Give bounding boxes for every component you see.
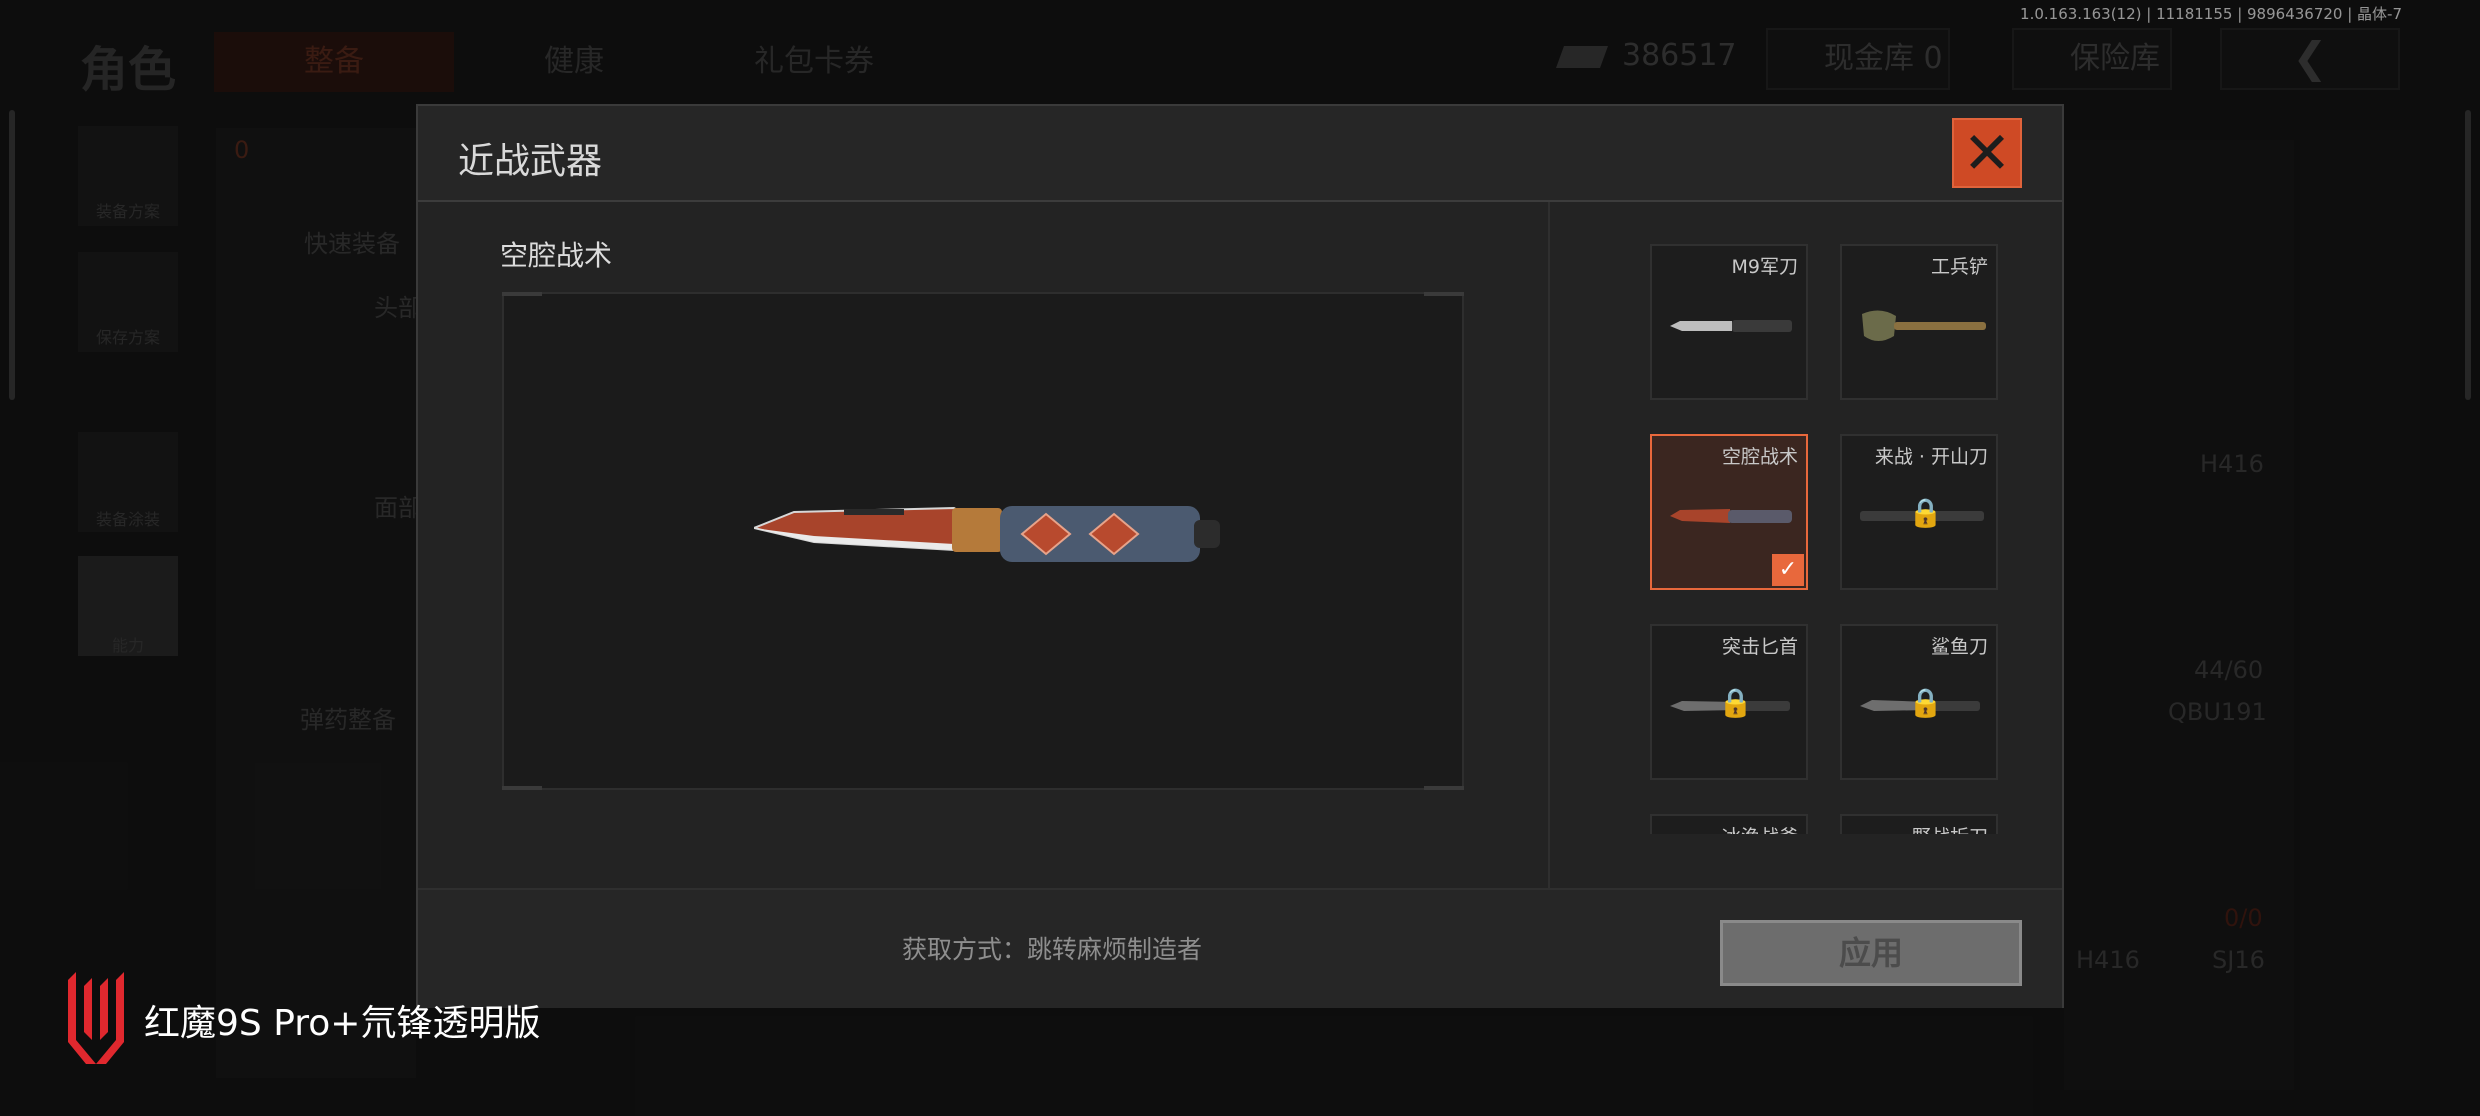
weapon-card[interactable]: 工兵铲 [1840, 244, 1998, 400]
acquisition-text: 获取方式：跳转麻烦制造者 [902, 935, 1203, 964]
weapon-name: 突击匕首 [1721, 636, 1798, 658]
weapon-card-locked[interactable]: 鲨鱼刀 🔒 [1840, 624, 1998, 780]
shovel-thumbnail [1862, 310, 1986, 341]
weapon-name: 工兵铲 [1930, 256, 1988, 278]
weapon-name: M9军刀 [1731, 256, 1798, 278]
weapon-grid: M9军刀 工兵铲 空腔战术 ✓ 来战 · 开山刀 🔒 突击匕首 🔒 鲨鱼刀 🔒 [1636, 244, 2016, 834]
weapon-preview [502, 292, 1464, 790]
lock-icon: 🔒 [1908, 686, 1943, 719]
weapon-name: 野战折刀 [1912, 822, 1988, 834]
weapon-card-locked[interactable]: 突击匕首 🔒 [1650, 624, 1808, 780]
weapon-name: 来战 · 开山刀 [1874, 446, 1988, 468]
weapon-name: 冰渔战斧 [1722, 822, 1798, 834]
weapon-card[interactable]: 野战折刀 [1840, 814, 1998, 834]
knife-thumbnail [1670, 320, 1792, 332]
weapon-card-locked[interactable]: 来战 · 开山刀 🔒 [1840, 434, 1998, 590]
weapon-name: 鲨鱼刀 [1930, 636, 1988, 658]
weapon-card[interactable]: M9军刀 [1650, 244, 1808, 400]
apply-button[interactable]: 应用 [1720, 920, 2022, 986]
lock-icon: 🔒 [1718, 686, 1753, 719]
checkmark-icon: ✓ [1772, 554, 1804, 586]
dialog-title: 近战武器 [458, 141, 603, 182]
weapon-name: 空腔战术 [1721, 446, 1798, 468]
dialog-footer: 获取方式：跳转麻烦制造者 应用 [418, 888, 2062, 1008]
frame-corner [1424, 292, 1464, 296]
frame-corner [1424, 786, 1464, 790]
close-icon: ✕ [1962, 119, 2012, 187]
red-magic-logo-icon [68, 972, 124, 1064]
lock-icon: 🔒 [1908, 496, 1943, 529]
weapon-card-selected[interactable]: 空腔战术 ✓ [1650, 434, 1808, 590]
close-button[interactable]: ✕ [1952, 118, 2022, 188]
knife-thumbnail [1670, 509, 1792, 523]
brand-watermark: 红魔9S Pro+氘锋透明版 [144, 1003, 541, 1044]
dialog-header: 近战武器 ✕ [418, 106, 2062, 202]
melee-weapon-dialog: 近战武器 ✕ 空腔战术 M9军刀 工兵铲 空腔战术 ✓ 来战 · 开山刀 🔒 突… [416, 104, 2064, 1008]
knife-preview-image [754, 506, 1220, 562]
weapon-card[interactable]: 冰渔战斧 [1650, 814, 1808, 834]
frame-corner [502, 786, 542, 790]
frame-corner [502, 292, 542, 296]
selected-weapon-name: 空腔战术 [500, 239, 613, 272]
column-divider [1548, 202, 1550, 888]
